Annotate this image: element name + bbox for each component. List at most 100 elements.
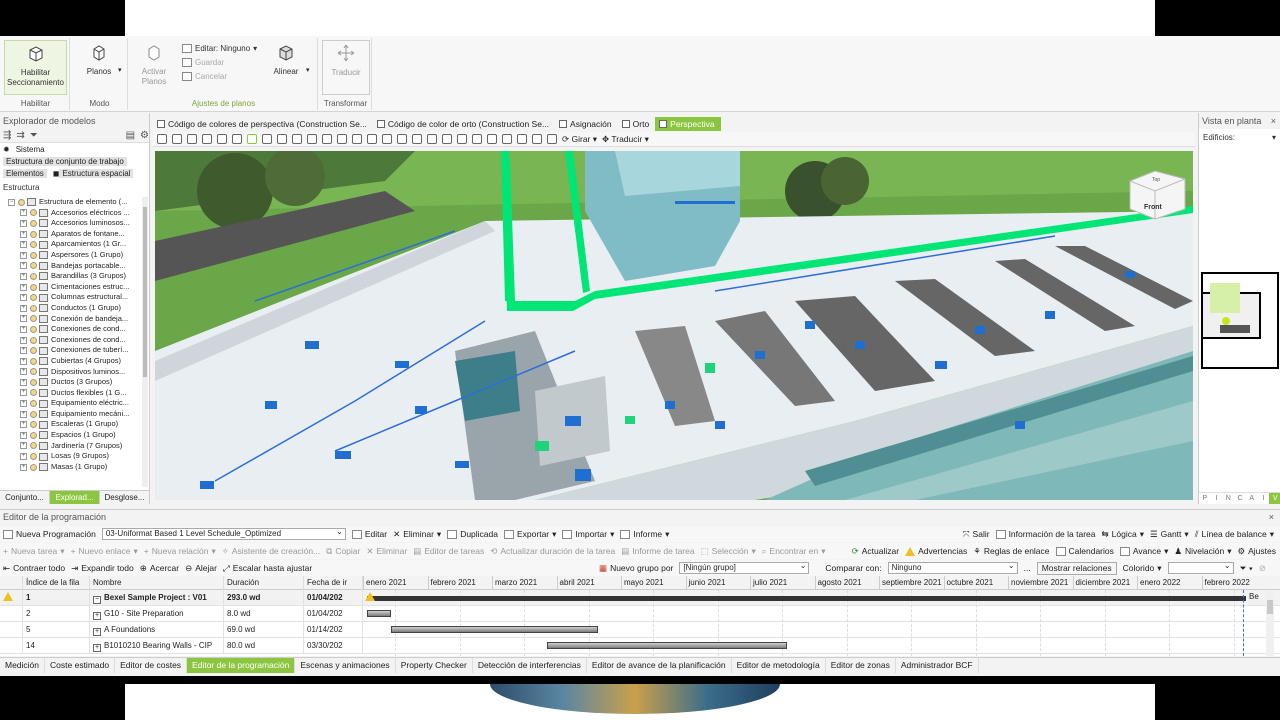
camera-icon[interactable]	[277, 134, 287, 144]
visibility-bulb-icon[interactable]	[30, 410, 37, 418]
informe-tarea-button[interactable]: ▤ Informe de tarea	[621, 546, 694, 557]
gantt-chart[interactable]: enero 2021 febrero 2021 marzo 2021 abril 20…	[363, 576, 1260, 656]
alejar-button[interactable]: ⊖ Alejar	[185, 563, 217, 574]
edificios-dropdown-icon[interactable]: ▾	[1272, 133, 1276, 142]
walk-icon[interactable]	[262, 134, 272, 144]
header-indice[interactable]: Índice de la fila	[23, 576, 90, 590]
gear-icon[interactable]: ⚙	[140, 130, 149, 141]
clear-filter-icon[interactable]: ⊘	[1259, 563, 1266, 574]
expand-icon[interactable]: +	[20, 262, 27, 270]
tab-desglose[interactable]: Desglose...	[100, 491, 150, 504]
tab-explorador[interactable]: Explorad...	[50, 491, 100, 504]
tree-item[interactable]: + Accesorios eléctricos ...	[0, 208, 142, 219]
layout-icon[interactable]: ▤	[126, 130, 135, 141]
mostrar-relaciones-button[interactable]: Mostrar relaciones	[1036, 561, 1117, 575]
colorido-input[interactable]	[1167, 561, 1234, 574]
expand-icon[interactable]: +	[20, 219, 27, 227]
bottom-tab[interactable]: Medición	[0, 658, 46, 673]
tree-item[interactable]: + Equipamiento eléctric...	[0, 398, 142, 409]
eliminar-button[interactable]: ✕ Eliminar ▾	[393, 529, 441, 540]
actualizar-duracion-button[interactable]: ⟲ Actualizar duración de la tarea	[490, 546, 615, 557]
select-box-icon[interactable]	[172, 134, 182, 144]
box-icon[interactable]	[322, 134, 332, 144]
tab-perspectiva[interactable]: Perspectiva	[655, 117, 721, 131]
gantt-bar[interactable]	[547, 642, 787, 649]
visibility-bulb-icon[interactable]	[30, 389, 37, 397]
header-fecha[interactable]: Fecha de ir	[304, 576, 363, 590]
copiar-button[interactable]: ⧉ Copiar	[326, 546, 360, 557]
floor-plan-minimap[interactable]	[1200, 263, 1280, 373]
eye-icon[interactable]	[472, 134, 482, 144]
visibility-bulb-icon[interactable]	[30, 251, 37, 259]
expand-icon[interactable]: +	[20, 241, 27, 249]
select-arrow-icon[interactable]	[157, 134, 167, 144]
visibility-bulb-icon[interactable]	[30, 400, 37, 408]
render-icon[interactable]	[367, 134, 377, 144]
expand-icon[interactable]: +	[20, 378, 27, 386]
asistente-button[interactable]: ✧ Asistente de creación...	[222, 546, 320, 557]
actualizar-button[interactable]: ⟳ Actualizar	[852, 546, 899, 557]
bottom-tab[interactable]: Property Checker	[396, 658, 473, 673]
bottom-tab[interactable]: Coste estimado	[45, 658, 116, 673]
seleccion-button[interactable]: ⬚ Selección ▾	[701, 546, 756, 557]
importar-button[interactable]: Importar ▾	[562, 529, 614, 540]
tree-expand-icon[interactable]: ⇶	[3, 130, 11, 141]
planos-dropdown-icon[interactable]: ▾	[118, 66, 122, 74]
expand-icon[interactable]: +	[20, 294, 27, 302]
expand-icon[interactable]: +	[20, 368, 27, 376]
expand-icon[interactable]: +	[20, 442, 27, 450]
estructura-conjunto-tab[interactable]: Estructura de conjunto de trabajo	[3, 156, 127, 166]
traducir-button[interactable]: Traducir	[322, 40, 370, 95]
link-icon[interactable]	[487, 134, 497, 144]
tree-item[interactable]: + Losas (9 Grupos)	[0, 451, 142, 462]
reglas-enlace-button[interactable]: ⚘ Reglas de enlace	[973, 546, 1049, 557]
section-icon[interactable]	[337, 134, 347, 144]
cancelar-button[interactable]: Cancelar	[182, 72, 227, 81]
tree-item[interactable]: + Conexión de bandeja...	[0, 314, 142, 325]
expand-icon[interactable]: +	[20, 325, 27, 333]
visibility-bulb-icon[interactable]	[30, 219, 37, 227]
fly-icon[interactable]	[292, 134, 302, 144]
guardar-button[interactable]: Guardar	[182, 58, 224, 67]
expand-icon[interactable]: +	[20, 315, 27, 323]
expand-icon[interactable]: +	[20, 400, 27, 408]
pinc-tab[interactable]: P	[1199, 493, 1211, 504]
alinear-dropdown-icon[interactable]: ▾	[306, 66, 310, 74]
fit-icon[interactable]	[232, 134, 242, 144]
expand-icon[interactable]: +	[20, 209, 27, 217]
3d-viewport[interactable]: Top Front	[155, 151, 1193, 500]
visibility-bulb-icon[interactable]	[30, 262, 37, 270]
visibility-bulb-icon[interactable]	[30, 378, 37, 386]
visibility-bulb-icon[interactable]	[18, 198, 25, 206]
alinear-button[interactable]: Alinear	[268, 40, 304, 76]
expand-icon[interactable]: +	[20, 431, 27, 439]
expand-icon[interactable]: +	[93, 644, 101, 652]
bottom-tab[interactable]: Editor de zonas	[826, 658, 896, 673]
measure-icon[interactable]	[427, 134, 437, 144]
tab-codigo-colores-perspectiva[interactable]: Código de colores de perspectiva (Constr…	[153, 117, 373, 131]
tree-item[interactable]: + Ductos (3 Grupos)	[0, 377, 142, 388]
pinc-tab[interactable]: I	[1211, 493, 1223, 504]
pan-hand-icon[interactable]	[187, 134, 197, 144]
materials-icon[interactable]	[532, 134, 542, 144]
tab-codigo-color-orto[interactable]: Código de color de orto (Construction Se…	[373, 117, 555, 131]
info-tarea-button[interactable]: Información de la tarea	[995, 529, 1096, 539]
zoom-icon[interactable]	[202, 134, 212, 144]
linea-balance-button[interactable]: ⫽ Línea de balance ▾	[1195, 529, 1274, 540]
visibility-bulb-icon[interactable]	[30, 368, 37, 376]
nivelacion-button[interactable]: ♟ Nivelación ▾	[1174, 546, 1231, 557]
pinc-tab[interactable]: I	[1258, 493, 1270, 504]
display-icon[interactable]	[307, 134, 317, 144]
bottom-tab[interactable]: Editor de avance de la planificación	[587, 658, 732, 673]
gantt-bar[interactable]	[367, 610, 391, 617]
acercar-button[interactable]: ⊕ Acercar	[140, 563, 179, 574]
screenshot-icon[interactable]	[442, 134, 452, 144]
visibility-bulb-icon[interactable]	[30, 453, 37, 461]
tree-item[interactable]: + Masas (1 Grupo)	[0, 462, 142, 473]
expand-icon[interactable]: +	[20, 453, 27, 461]
visibility-bulb-icon[interactable]	[30, 336, 37, 344]
informe-button[interactable]: Informe ▾	[620, 529, 669, 540]
schedule-select[interactable]: 03-Uniformat Based 1 Level Schedule_Opti…	[101, 527, 346, 540]
expand-icon[interactable]: +	[20, 389, 27, 397]
habilitar-seccionamiento-button[interactable]: Habilitar Seccionamiento	[4, 40, 67, 95]
